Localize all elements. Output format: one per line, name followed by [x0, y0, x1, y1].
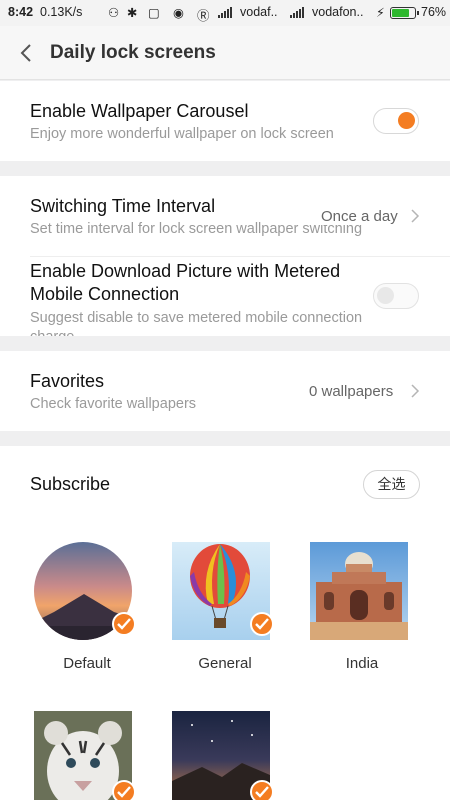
- favorites-value: 0 wallpapers: [309, 383, 394, 400]
- wallpaper-caption: Default: [63, 655, 111, 672]
- carousel-subtitle: Enjoy more wonderful wallpaper on lock s…: [30, 126, 334, 142]
- back-arrow-icon[interactable]: [16, 41, 38, 65]
- metered-toggle[interactable]: [373, 283, 419, 309]
- metered-title: Enable Download Picture with Metered Mob…: [30, 260, 340, 306]
- wallpaper-india-thumbnail[interactable]: [310, 542, 408, 640]
- selected-check-icon: [250, 780, 274, 800]
- wifi-icon: ◉: [173, 6, 184, 20]
- bluetooth-icon: ✱: [127, 6, 138, 20]
- metered-subtitle-line-1: Suggest disable to save metered mobile c…: [30, 310, 363, 326]
- chevron-right-icon: [411, 384, 420, 398]
- settings-group: Switching Time Interval Set time interva…: [0, 176, 450, 336]
- select-all-button[interactable]: 全选: [363, 470, 420, 499]
- selected-check-icon: [250, 612, 274, 636]
- page-title: Daily lock screens: [50, 42, 216, 63]
- battery-percent: 76%: [421, 5, 447, 19]
- interval-value: Once a day: [321, 208, 402, 225]
- status-bar: 8:42 0.13K/s ⚇ ✱ ▢ ◉ Ⓡ vodaf.. vodafon..…: [0, 0, 450, 26]
- chevron-right-icon: [411, 209, 420, 223]
- metered-title-line-2: Mobile Connection: [30, 284, 180, 304]
- status-network-speed: 0.13K/s: [40, 5, 83, 19]
- signal-icon-1: [218, 7, 232, 18]
- favorites-subtitle: Check favorite wallpapers: [30, 396, 197, 412]
- interval-title: Switching Time Interval: [30, 196, 216, 216]
- carousel-setting-row[interactable]: Enable Wallpaper Carousel Enjoy more won…: [0, 81, 450, 161]
- interval-subtitle: Set time interval for lock screen wallpa…: [30, 221, 363, 237]
- wallpaper-caption: India: [345, 655, 379, 672]
- wallpaper-caption: General: [198, 655, 252, 672]
- carousel-toggle[interactable]: [373, 108, 419, 134]
- carrier-1: vodaf..: [240, 5, 278, 19]
- metered-subtitle: Suggest disable to save metered mobile c…: [30, 309, 362, 336]
- roaming-icon: Ⓡ: [197, 9, 210, 23]
- headphones-icon: ⚇: [108, 6, 120, 20]
- carousel-title: Enable Wallpaper Carousel: [30, 101, 249, 121]
- app-header: Daily lock screens: [0, 26, 450, 80]
- charging-icon: ⚡: [376, 6, 385, 20]
- monument-image: [310, 542, 408, 640]
- signal-icon-2: [290, 7, 304, 18]
- metered-title-line-1: Enable Download Picture with Metered: [30, 261, 341, 281]
- selected-check-icon: [112, 612, 136, 636]
- carrier-2: vodafon..: [312, 5, 364, 19]
- metered-subtitle-line-2: charge: [30, 329, 74, 336]
- favorites-title: Favorites: [30, 371, 105, 391]
- subscribe-title: Subscribe: [30, 474, 111, 494]
- battery-icon: [390, 7, 419, 19]
- selected-check-icon: [112, 780, 136, 800]
- status-time: 8:42: [8, 5, 34, 19]
- vibrate-icon: ▢: [148, 6, 160, 20]
- favorites-row[interactable]: Favorites Check favorite wallpapers 0 wa…: [0, 351, 450, 431]
